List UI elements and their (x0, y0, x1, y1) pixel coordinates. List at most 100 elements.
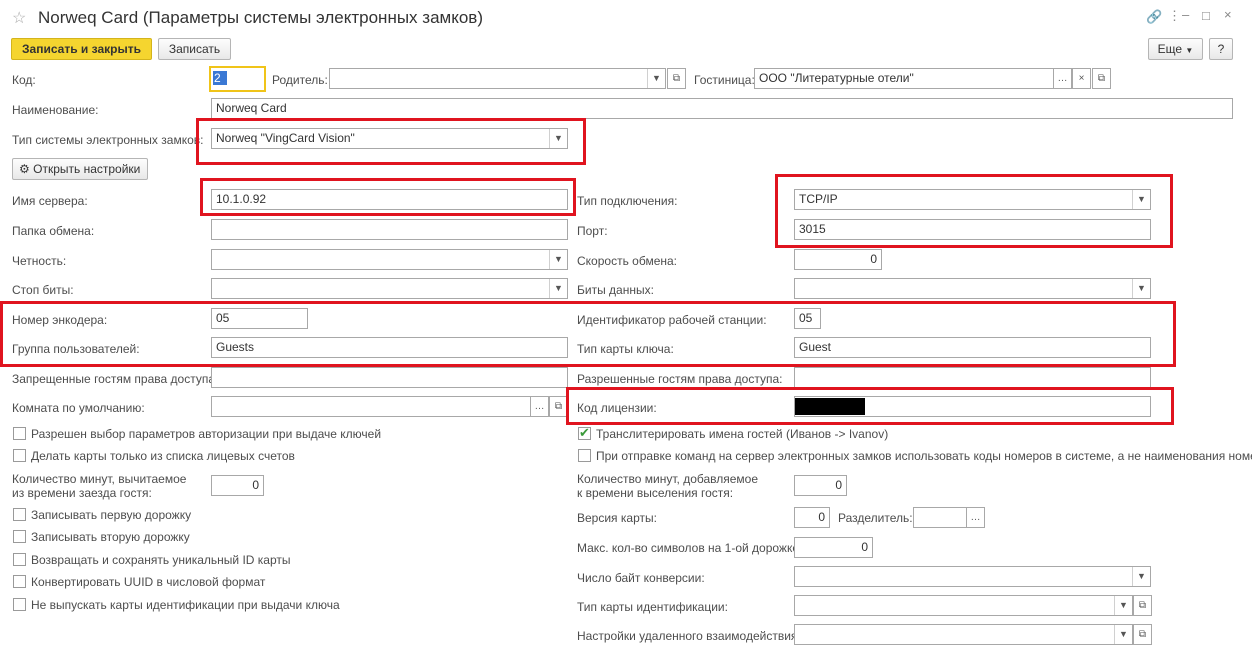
open-settings-button[interactable]: ⚙ Открыть настройки (12, 158, 148, 180)
auth-params-checkbox[interactable] (13, 427, 26, 440)
chevron-down-icon[interactable]: ▼ (647, 69, 665, 88)
chevron-down-icon[interactable]: ▼ (1132, 279, 1150, 298)
gear-icon: ⚙ (19, 162, 30, 176)
parent-field[interactable]: ▼ (329, 68, 666, 89)
unique-id-checkbox[interactable] (13, 553, 26, 566)
hotel-value: ООО "Литературные отели" (759, 71, 914, 85)
max-chars-field[interactable]: 0 (794, 537, 873, 558)
name-field[interactable]: Norweq Card (211, 98, 1233, 119)
parity-label: Четность: (12, 254, 67, 268)
minutes-add-label-line1: Количество минут, добавляемое (577, 472, 759, 486)
id-card-type-label: Тип карты идентификации: (577, 600, 728, 614)
code-label: Код: (12, 73, 36, 87)
remote-settings-label: Настройки удаленного взаимодействия: (577, 629, 801, 643)
code-field[interactable]: 2 (209, 66, 266, 92)
link-icon[interactable]: 🔗 (1146, 9, 1162, 25)
highlight-license (566, 387, 1174, 425)
denied-rights-label: Запрещенные гостям права доступа: (12, 372, 219, 386)
port-label: Порт: (577, 224, 608, 238)
exchange-folder-label: Папка обмена: (12, 224, 95, 238)
card-version-field[interactable]: 0 (794, 507, 830, 528)
conv-bytes-label: Число байт конверсии: (577, 571, 705, 585)
highlight-connection (775, 174, 1173, 248)
room-codes-label: При отправке команд на сервер электронны… (596, 449, 1252, 463)
remote-settings-select[interactable]: ▼ (794, 624, 1133, 645)
room-codes-checkbox[interactable] (578, 449, 591, 462)
conv-bytes-select[interactable]: ▼ (794, 566, 1151, 587)
parent-label: Родитель: (272, 73, 328, 87)
chevron-down-icon: ▼ (1185, 46, 1194, 55)
speed-field[interactable]: 0 (794, 249, 882, 270)
save-button[interactable]: Записать (158, 38, 231, 60)
translit-label: Транслитерировать имена гостей (Иванов -… (596, 427, 889, 441)
select-separator-icon[interactable]: … (966, 507, 985, 528)
menu-dots-icon[interactable]: ⋮ (1168, 8, 1181, 24)
server-label: Имя сервера: (12, 194, 88, 208)
auth-params-label: Разрешен выбор параметров авторизации пр… (31, 427, 382, 441)
conn-type-label: Тип подключения: (577, 194, 678, 208)
separator-field[interactable] (913, 507, 967, 528)
highlight-lock-type (196, 118, 586, 165)
minutes-sub-label-line2: из времени заезда гостя: (12, 486, 152, 500)
unique-id-label: Возвращать и сохранять уникальный ID кар… (31, 553, 291, 567)
lock-type-label: Тип системы электронных замков: (12, 133, 204, 147)
card-version-label: Версия карты: (577, 511, 657, 525)
translit-checkbox[interactable] (578, 425, 591, 441)
exchange-folder-field[interactable] (211, 219, 568, 240)
only-accounts-checkbox[interactable] (13, 449, 26, 462)
track2-label: Записывать вторую дорожку (31, 530, 190, 544)
minutes-sub-label-line1: Количество минут, вычитаемое (12, 472, 187, 486)
open-parent-icon[interactable]: ⧉ (667, 68, 686, 89)
chevron-down-icon[interactable]: ▼ (1114, 625, 1132, 644)
minimize-icon[interactable]: – (1182, 7, 1189, 22)
max-chars-label: Макс. кол-во символов на 1-ой дорожке: (577, 541, 803, 555)
chevron-down-icon[interactable]: ▼ (549, 279, 567, 298)
chevron-down-icon[interactable]: ▼ (1114, 596, 1132, 615)
stop-bits-label: Стоп биты: (12, 283, 74, 297)
close-icon[interactable]: × (1224, 7, 1232, 22)
denied-rights-field[interactable] (211, 367, 568, 388)
id-card-type-select[interactable]: ▼ (794, 595, 1133, 616)
open-settings-label: Открыть настройки (33, 162, 141, 176)
favorite-star-icon[interactable]: ☆ (12, 8, 26, 28)
open-hotel-icon[interactable]: ⧉ (1092, 68, 1111, 89)
parity-select[interactable]: ▼ (211, 249, 568, 270)
highlight-encoder-group (0, 301, 1176, 367)
default-room-field[interactable] (211, 396, 549, 417)
select-hotel-icon[interactable]: … (1053, 68, 1072, 89)
speed-label: Скорость обмена: (577, 254, 677, 268)
more-label: Еще (1157, 42, 1183, 56)
no-id-cards-checkbox[interactable] (13, 598, 26, 611)
more-button[interactable]: Еще ▼ (1148, 38, 1203, 60)
chevron-down-icon[interactable]: ▼ (1132, 567, 1150, 586)
save-and-close-button[interactable]: Записать и закрыть (11, 38, 152, 60)
maximize-icon[interactable]: □ (1202, 8, 1210, 23)
only-accounts-label: Делать карты только из списка лицевых сч… (31, 449, 295, 463)
minutes-add-field[interactable]: 0 (794, 475, 847, 496)
code-value: 2 (213, 71, 227, 85)
help-button[interactable]: ? (1209, 38, 1233, 60)
highlight-server (200, 178, 576, 216)
default-room-label: Комната по умолчанию: (12, 401, 145, 415)
allowed-rights-field[interactable] (794, 367, 1151, 388)
open-remote-settings-icon[interactable]: ⧉ (1133, 624, 1152, 645)
data-bits-label: Биты данных: (577, 283, 654, 297)
uuid-num-label: Конвертировать UUID в числовой формат (31, 575, 266, 589)
allowed-rights-label: Разрешенные гостям права доступа: (577, 372, 783, 386)
window-title: Norweq Card (Параметры системы электронн… (38, 8, 483, 27)
stop-bits-select[interactable]: ▼ (211, 278, 568, 299)
name-label: Наименование: (12, 103, 99, 117)
chevron-down-icon[interactable]: ▼ (549, 250, 567, 269)
clear-hotel-icon[interactable]: × (1072, 68, 1091, 89)
open-id-card-type-icon[interactable]: ⧉ (1133, 595, 1152, 616)
select-room-icon[interactable]: … (530, 396, 549, 417)
hotel-label: Гостиница: (694, 73, 755, 87)
hotel-field[interactable]: ООО "Литературные отели" (754, 68, 1072, 89)
minutes-sub-field[interactable]: 0 (211, 475, 264, 496)
data-bits-select[interactable]: ▼ (794, 278, 1151, 299)
track1-label: Записывать первую дорожку (31, 508, 192, 522)
no-id-cards-label: Не выпускать карты идентификации при выд… (31, 598, 340, 612)
uuid-num-checkbox[interactable] (13, 575, 26, 588)
track1-checkbox[interactable] (13, 508, 26, 521)
track2-checkbox[interactable] (13, 530, 26, 543)
